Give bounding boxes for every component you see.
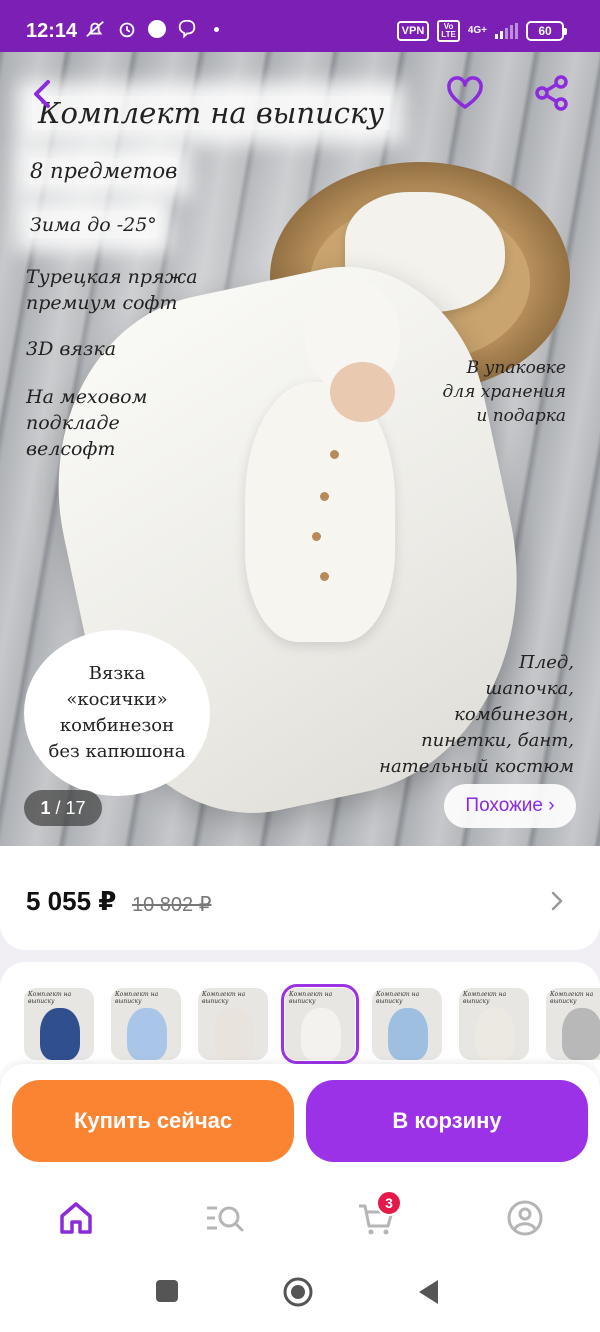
variant-thumbnail[interactable]: Комплект на выписку: [111, 988, 181, 1060]
old-price: 10 802 ₽: [132, 894, 212, 916]
battery-indicator: 60: [526, 21, 567, 41]
thumbnail-product-image: [475, 1008, 515, 1060]
favorite-heart-icon[interactable]: [446, 76, 484, 112]
profile-icon[interactable]: [505, 1198, 545, 1238]
baby-face-image: [330, 362, 395, 422]
circle-feature-note: Вязка «косички» комбинезон без капюшона: [24, 630, 210, 796]
share-icon[interactable]: [534, 74, 570, 112]
more-notifications-icon: [214, 26, 219, 32]
viber-icon: [178, 19, 196, 39]
purchase-actions: Купить сейчас В корзину: [0, 1064, 600, 1180]
price-card[interactable]: 5 055 ₽ 10 802 ₽: [0, 846, 600, 950]
cart-badge: 3: [376, 1190, 402, 1216]
status-system-icons: VPN Vo LTE 4G+ 60: [396, 20, 567, 42]
thumbnail-title: Комплект на выписку: [289, 991, 333, 1005]
thumbnail-product-image: [301, 1008, 341, 1060]
thumbnail-product-image: [40, 1008, 80, 1060]
bottom-navigation: 3: [0, 1180, 600, 1256]
thumbnail-product-image: [214, 1008, 254, 1060]
feature-yarn: Турецкая пряжа премиум софт: [26, 266, 198, 314]
feature-winter: Зима до -25°: [30, 212, 157, 238]
feature-items-count: 8 предметов: [30, 158, 178, 184]
system-navigation-bar: [0, 1256, 600, 1332]
signal-icon: [495, 23, 518, 39]
similar-products-button[interactable]: Похожие ›: [444, 784, 576, 828]
thumbnail-title: Комплект на выписку: [115, 991, 159, 1005]
home-circle-icon[interactable]: [282, 1276, 314, 1308]
add-to-cart-button[interactable]: В корзину: [306, 1080, 588, 1162]
thumbnail-product-image: [127, 1008, 167, 1060]
variant-thumbnail[interactable]: Комплект на выписку: [198, 988, 268, 1060]
variant-thumbnail[interactable]: Комплект на выписку: [24, 988, 94, 1060]
thumbnail-title: Комплект на выписку: [202, 991, 246, 1005]
thumbnail-product-image: [388, 1008, 428, 1060]
set-contents-note: Плед, шапочка, комбинезон, пинетки, бант…: [379, 652, 574, 777]
variant-thumbnail[interactable]: Комплект на выписку: [546, 988, 600, 1060]
current-price: 5 055 ₽: [26, 886, 117, 916]
variant-thumbnail[interactable]: Комплект на выписку: [459, 988, 529, 1060]
recent-apps-icon[interactable]: [154, 1278, 180, 1304]
status-notification-icons: [84, 18, 219, 40]
thumbnail-title: Комплект на выписку: [28, 991, 72, 1005]
back-triangle-icon[interactable]: [416, 1278, 442, 1306]
home-icon[interactable]: [56, 1198, 96, 1238]
thumbnail-product-image: [562, 1008, 600, 1060]
circle-notification-icon: [148, 20, 166, 38]
status-time: 12:14: [26, 20, 78, 42]
vpn-indicator: VPN: [396, 21, 430, 41]
knitted-suit-image: [245, 382, 395, 642]
volte-indicator: Vo LTE: [437, 20, 460, 42]
thumbnail-title: Комплект на выписку: [376, 991, 420, 1005]
network-type: 4G+: [467, 25, 487, 36]
back-arrow-icon[interactable]: [28, 78, 58, 110]
chevron-right-icon[interactable]: [548, 890, 566, 912]
variant-thumbnail[interactable]: Комплект на выписку: [281, 984, 359, 1064]
feature-3d-knit: 3D вязка: [26, 338, 117, 360]
buy-now-button[interactable]: Купить сейчас: [12, 1080, 294, 1162]
thumbnail-title: Комплект на выписку: [463, 991, 507, 1005]
variant-thumbnail[interactable]: Комплект на выписку: [372, 988, 442, 1060]
alarm-icon: [119, 22, 135, 38]
image-counter: 1 / 17: [24, 790, 102, 826]
packaging-note: В упаковке для хранения и подарка: [442, 358, 566, 426]
catalog-search-icon[interactable]: [205, 1198, 245, 1238]
mute-icon: [86, 20, 104, 38]
feature-lining: На меховом подкладе велсофт: [26, 386, 148, 460]
thumbnail-title: Комплект на выписку: [550, 991, 594, 1005]
product-image-title: Комплект на выписку: [32, 96, 391, 130]
thumbnail-strip: Комплект на выписку Комплект на выписку Ко…: [24, 984, 600, 1064]
